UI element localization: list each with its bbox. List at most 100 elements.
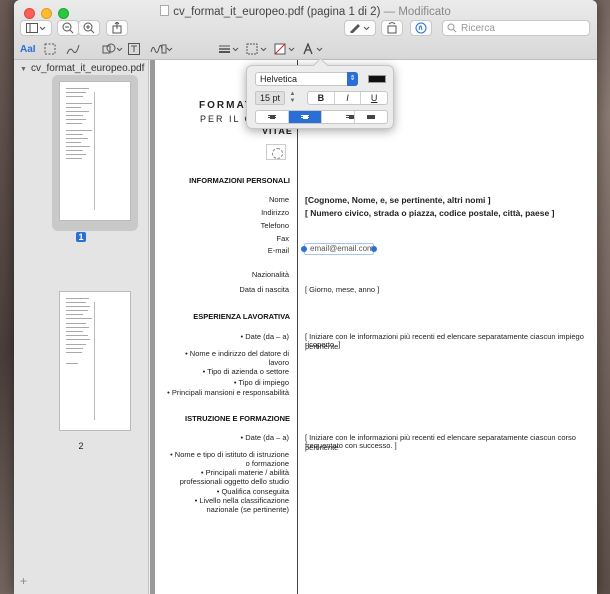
text-box-tool[interactable] [128,42,140,56]
search-field[interactable]: Ricerca [442,20,590,36]
search-placeholder: Ricerca [461,22,495,34]
alignment-buttons [255,110,388,124]
titlebar: cv_format_it_europeo.pdf (pagina 1 di 2)… [14,0,597,60]
work-value-line2: ricoperto. ] [305,340,341,349]
rect-selection-tool[interactable] [44,42,56,56]
align-justify-icon [355,114,387,121]
underline-button[interactable]: U [361,92,387,104]
rect-selection-icon [44,43,56,55]
sidebar-icon [26,23,46,33]
work-value-line1: [ Iniziare con le informazioni più recen… [305,332,584,351]
zoom-in-button[interactable] [78,20,100,36]
filename: cv_format_it_europeo.pdf [173,6,304,18]
markup-icon [415,22,427,34]
markup-pen-button[interactable] [344,20,376,36]
sidebar-document-name: cv_format_it_europeo.pdf [30,63,145,74]
align-center-icon [289,114,321,121]
column-divider [297,60,298,594]
font-family-value: Helvetica [260,74,298,84]
label-edu-dates: • Date (da – a) [240,433,289,442]
text-color-swatch[interactable] [368,75,386,83]
preview-window: cv_format_it_europeo.pdf (pagina 1 di 2)… [14,0,597,594]
sketch-icon [66,44,80,55]
section-work-experience: Esperienza lavorativa [193,312,290,321]
border-color-tool[interactable] [246,42,268,56]
fill-color-tool[interactable] [274,42,296,56]
text-style-icon [303,43,323,55]
resize-handle-left[interactable] [301,246,307,252]
resize-handle-right[interactable] [371,246,377,252]
sidebar-document-header[interactable]: ▼ cv_format_it_europeo.pdf [14,60,148,76]
border-color-icon [246,43,267,55]
address-value[interactable]: [ Numero civico, strada o piazza, codice… [305,208,554,218]
text-format-popover: Helvetica ⇕ 15 pt ▲ ▼ B I U [246,65,394,129]
select-arrows-icon: ⇕ [347,72,358,86]
shapes-icon [102,43,123,54]
label-nationality: Nazionalità [251,270,289,279]
page-thumbnail-2[interactable] [59,291,131,431]
modified-status: — Modificato [383,6,451,18]
markup-toolbar: AaI [14,41,597,57]
document-icon [160,5,170,16]
main-toolbar: Ricerca [14,20,597,38]
page-info: (pagina 1 di 2) [306,6,381,18]
photo-placeholder[interactable] [266,144,286,160]
page-label-2: 2 [78,441,84,451]
shape-style-tool[interactable] [218,42,240,56]
text-style-tool[interactable] [302,42,324,56]
label-responsibilities: • Principali mansioni e responsabilità [167,388,289,397]
birthdate-value[interactable]: [ Giorno, mese, anno ] [305,285,379,295]
document-view[interactable]: Format per il c vitae Informazioni perso… [150,60,597,594]
font-family-select[interactable]: Helvetica ⇕ [255,72,358,86]
line-style-icon [219,45,239,53]
markup-toolbar-button[interactable] [410,20,432,36]
align-right-button[interactable] [322,111,355,123]
section-personal-info: Informazioni personali [189,176,290,185]
label-level-cont: nazionale (se pertinente) [206,505,289,514]
align-left-button[interactable] [256,111,289,123]
disclosure-triangle-icon[interactable]: ▼ [20,66,27,73]
label-subjects-cont: professionali oggetto dello studio [179,477,289,486]
zoom-in-icon [83,22,95,34]
search-icon [447,23,457,33]
label-address: Indirizzo [261,208,289,217]
bold-button[interactable]: B [308,92,335,104]
label-phone: Telefono [260,221,289,230]
text-box-icon [128,43,140,55]
label-name: Nome [268,195,289,204]
header-title: Format [199,100,254,111]
italic-button[interactable]: I [335,92,362,104]
align-justify-button[interactable] [355,111,387,123]
signature-icon [150,44,173,54]
share-button[interactable] [106,20,128,36]
align-center-button[interactable] [289,111,322,123]
zoom-out-button[interactable] [57,20,79,36]
font-size-field[interactable]: 15 pt [255,91,285,105]
text-selection-tool[interactable]: AaI [20,42,36,56]
section-education: Istruzione e formazione [185,414,290,423]
sidebar-toggle-button[interactable] [20,20,52,36]
font-size-stepper[interactable]: ▲ ▼ [288,91,297,105]
thumbnail-sidebar: ▼ cv_format_it_europeo.pdf 1 2 + [14,60,149,594]
align-left-icon [256,114,288,121]
zoom-out-icon [62,22,74,34]
email-text-box[interactable]: email@email.com [301,243,377,255]
fill-color-icon [274,43,295,55]
rotate-button[interactable] [381,20,403,36]
pdf-page: Format per il c vitae Informazioni perso… [155,60,597,594]
email-value: email@email.com [310,244,374,253]
label-email: E-mail [267,246,289,255]
align-right-icon [322,114,354,121]
signature-tool[interactable] [150,42,174,56]
sketch-tool[interactable] [66,42,80,56]
add-page-button[interactable]: + [20,574,27,588]
name-value[interactable]: [Cognome, Nome, e, se pertinente, altri … [305,195,491,205]
shapes-tool[interactable] [102,42,124,56]
window-title: cv_format_it_europeo.pdf (pagina 1 di 2)… [14,5,597,18]
label-job-type: • Tipo di impiego [233,378,289,387]
page-label-1: 1 [76,232,86,242]
label-work-dates: • Date (da – a) [240,332,289,341]
edu-value-line2: frequentato con successo. ] [305,441,397,450]
label-fax: Fax [276,234,289,243]
page-thumbnail-1[interactable] [59,81,131,221]
